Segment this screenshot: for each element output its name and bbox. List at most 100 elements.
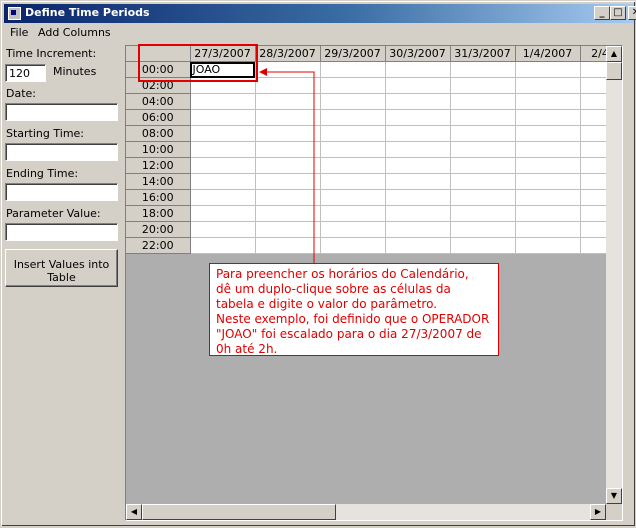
grid-cell[interactable] — [255, 205, 321, 222]
maximize-button[interactable]: □ — [610, 6, 626, 20]
starting-time-input[interactable] — [5, 143, 118, 161]
grid-cell[interactable] — [255, 237, 321, 254]
menu-file[interactable]: File — [10, 26, 28, 39]
grid-cell[interactable] — [320, 93, 386, 110]
grid-cell[interactable] — [515, 189, 581, 206]
grid-cell[interactable] — [320, 109, 386, 126]
close-button[interactable]: ✕ — [628, 6, 636, 20]
grid-cell[interactable] — [450, 109, 516, 126]
grid-cell[interactable] — [385, 77, 451, 94]
column-header[interactable]: 30/3/2007 — [385, 46, 451, 62]
grid-cell[interactable] — [320, 125, 386, 142]
grid-cell[interactable] — [450, 125, 516, 142]
grid-cell[interactable] — [190, 125, 256, 142]
grid-cell[interactable] — [385, 109, 451, 126]
horizontal-scrollbar[interactable]: ◀ ▶ — [126, 504, 606, 520]
grid-cell[interactable] — [385, 141, 451, 158]
grid-cell[interactable] — [255, 221, 321, 238]
grid-cell[interactable] — [190, 109, 256, 126]
grid-cell[interactable] — [190, 157, 256, 174]
column-header[interactable]: 31/3/2007 — [450, 46, 516, 62]
grid-cell[interactable] — [515, 221, 581, 238]
callout-line: "JOAO" foi escalado para o dia 27/3/2007… — [216, 327, 482, 341]
row-header: 04:00 — [126, 93, 191, 110]
grid-cell[interactable] — [190, 141, 256, 158]
column-header[interactable]: 29/3/2007 — [320, 46, 386, 62]
scroll-left-icon[interactable]: ◀ — [126, 504, 142, 520]
grid-cell[interactable] — [255, 93, 321, 110]
title-bar[interactable]: Define Time Periods _ □ ✕ — [4, 4, 636, 23]
grid-cell[interactable] — [515, 77, 581, 94]
horizontal-scroll-thumb[interactable] — [142, 504, 336, 520]
grid-cell[interactable] — [320, 205, 386, 222]
insert-values-button[interactable]: Insert Values into Table — [5, 249, 118, 287]
grid-cell[interactable] — [385, 93, 451, 110]
grid-cell[interactable] — [320, 189, 386, 206]
grid-cell[interactable] — [320, 157, 386, 174]
grid-cell[interactable] — [385, 221, 451, 238]
callout-line: Para preencher os horários do Calendário… — [216, 267, 469, 281]
grid-cell[interactable] — [515, 109, 581, 126]
grid-cell[interactable] — [190, 205, 256, 222]
date-input[interactable] — [5, 103, 118, 121]
grid-cell[interactable] — [255, 61, 321, 78]
minimize-button[interactable]: _ — [594, 6, 610, 20]
row-header: 22:00 — [126, 237, 191, 254]
grid-cell[interactable] — [190, 221, 256, 238]
callout-line: Neste exemplo, foi definido que o OPERAD… — [216, 312, 490, 326]
grid-cell[interactable] — [450, 173, 516, 190]
ending-time-input[interactable] — [5, 183, 118, 201]
grid-cell[interactable] — [320, 237, 386, 254]
grid-cell[interactable] — [515, 93, 581, 110]
scroll-up-icon[interactable]: ▲ — [606, 46, 622, 62]
grid-cell[interactable] — [450, 221, 516, 238]
parameter-value-input[interactable] — [5, 223, 118, 241]
column-header[interactable]: 28/3/2007 — [255, 46, 321, 62]
grid-cell[interactable] — [450, 93, 516, 110]
grid-cell[interactable] — [255, 173, 321, 190]
grid-cell[interactable] — [385, 61, 451, 78]
grid-cell[interactable] — [450, 141, 516, 158]
grid-cell[interactable] — [255, 125, 321, 142]
grid-cell[interactable] — [190, 93, 256, 110]
grid-cell[interactable] — [450, 157, 516, 174]
column-header[interactable]: 1/4/2007 — [515, 46, 581, 62]
grid-cell[interactable] — [515, 125, 581, 142]
vertical-scroll-thumb[interactable] — [606, 62, 622, 80]
grid-cell[interactable] — [190, 173, 256, 190]
grid-cell[interactable] — [450, 77, 516, 94]
grid-cell[interactable] — [320, 77, 386, 94]
scroll-down-icon[interactable]: ▼ — [606, 488, 622, 504]
grid-cell[interactable] — [515, 157, 581, 174]
grid-cell[interactable] — [385, 173, 451, 190]
vertical-scrollbar[interactable]: ▲ ▼ — [606, 46, 622, 504]
grid-cell[interactable] — [450, 237, 516, 254]
grid-cell[interactable] — [255, 189, 321, 206]
grid-cell[interactable] — [450, 205, 516, 222]
grid-cell[interactable] — [190, 189, 256, 206]
scroll-right-icon[interactable]: ▶ — [590, 504, 606, 520]
grid-cell[interactable] — [320, 221, 386, 238]
grid-cell[interactable] — [515, 237, 581, 254]
grid-cell[interactable] — [385, 237, 451, 254]
grid-cell[interactable] — [450, 61, 516, 78]
grid-cell[interactable] — [515, 61, 581, 78]
menu-add-columns[interactable]: Add Columns — [38, 26, 111, 39]
grid-cell[interactable] — [450, 189, 516, 206]
grid-cell[interactable] — [320, 61, 386, 78]
grid-cell[interactable] — [255, 109, 321, 126]
grid-cell[interactable] — [515, 205, 581, 222]
grid-cell[interactable] — [515, 173, 581, 190]
grid-cell[interactable] — [385, 125, 451, 142]
grid-cell[interactable] — [255, 157, 321, 174]
grid-cell[interactable] — [385, 189, 451, 206]
grid-cell[interactable] — [255, 141, 321, 158]
grid-cell[interactable] — [515, 141, 581, 158]
grid-cell[interactable] — [190, 237, 256, 254]
grid-cell[interactable] — [385, 205, 451, 222]
grid-cell[interactable] — [320, 173, 386, 190]
grid-cell[interactable] — [385, 157, 451, 174]
grid-cell[interactable] — [320, 141, 386, 158]
time-increment-input[interactable]: 120 — [5, 64, 46, 82]
grid-cell[interactable] — [255, 77, 321, 94]
